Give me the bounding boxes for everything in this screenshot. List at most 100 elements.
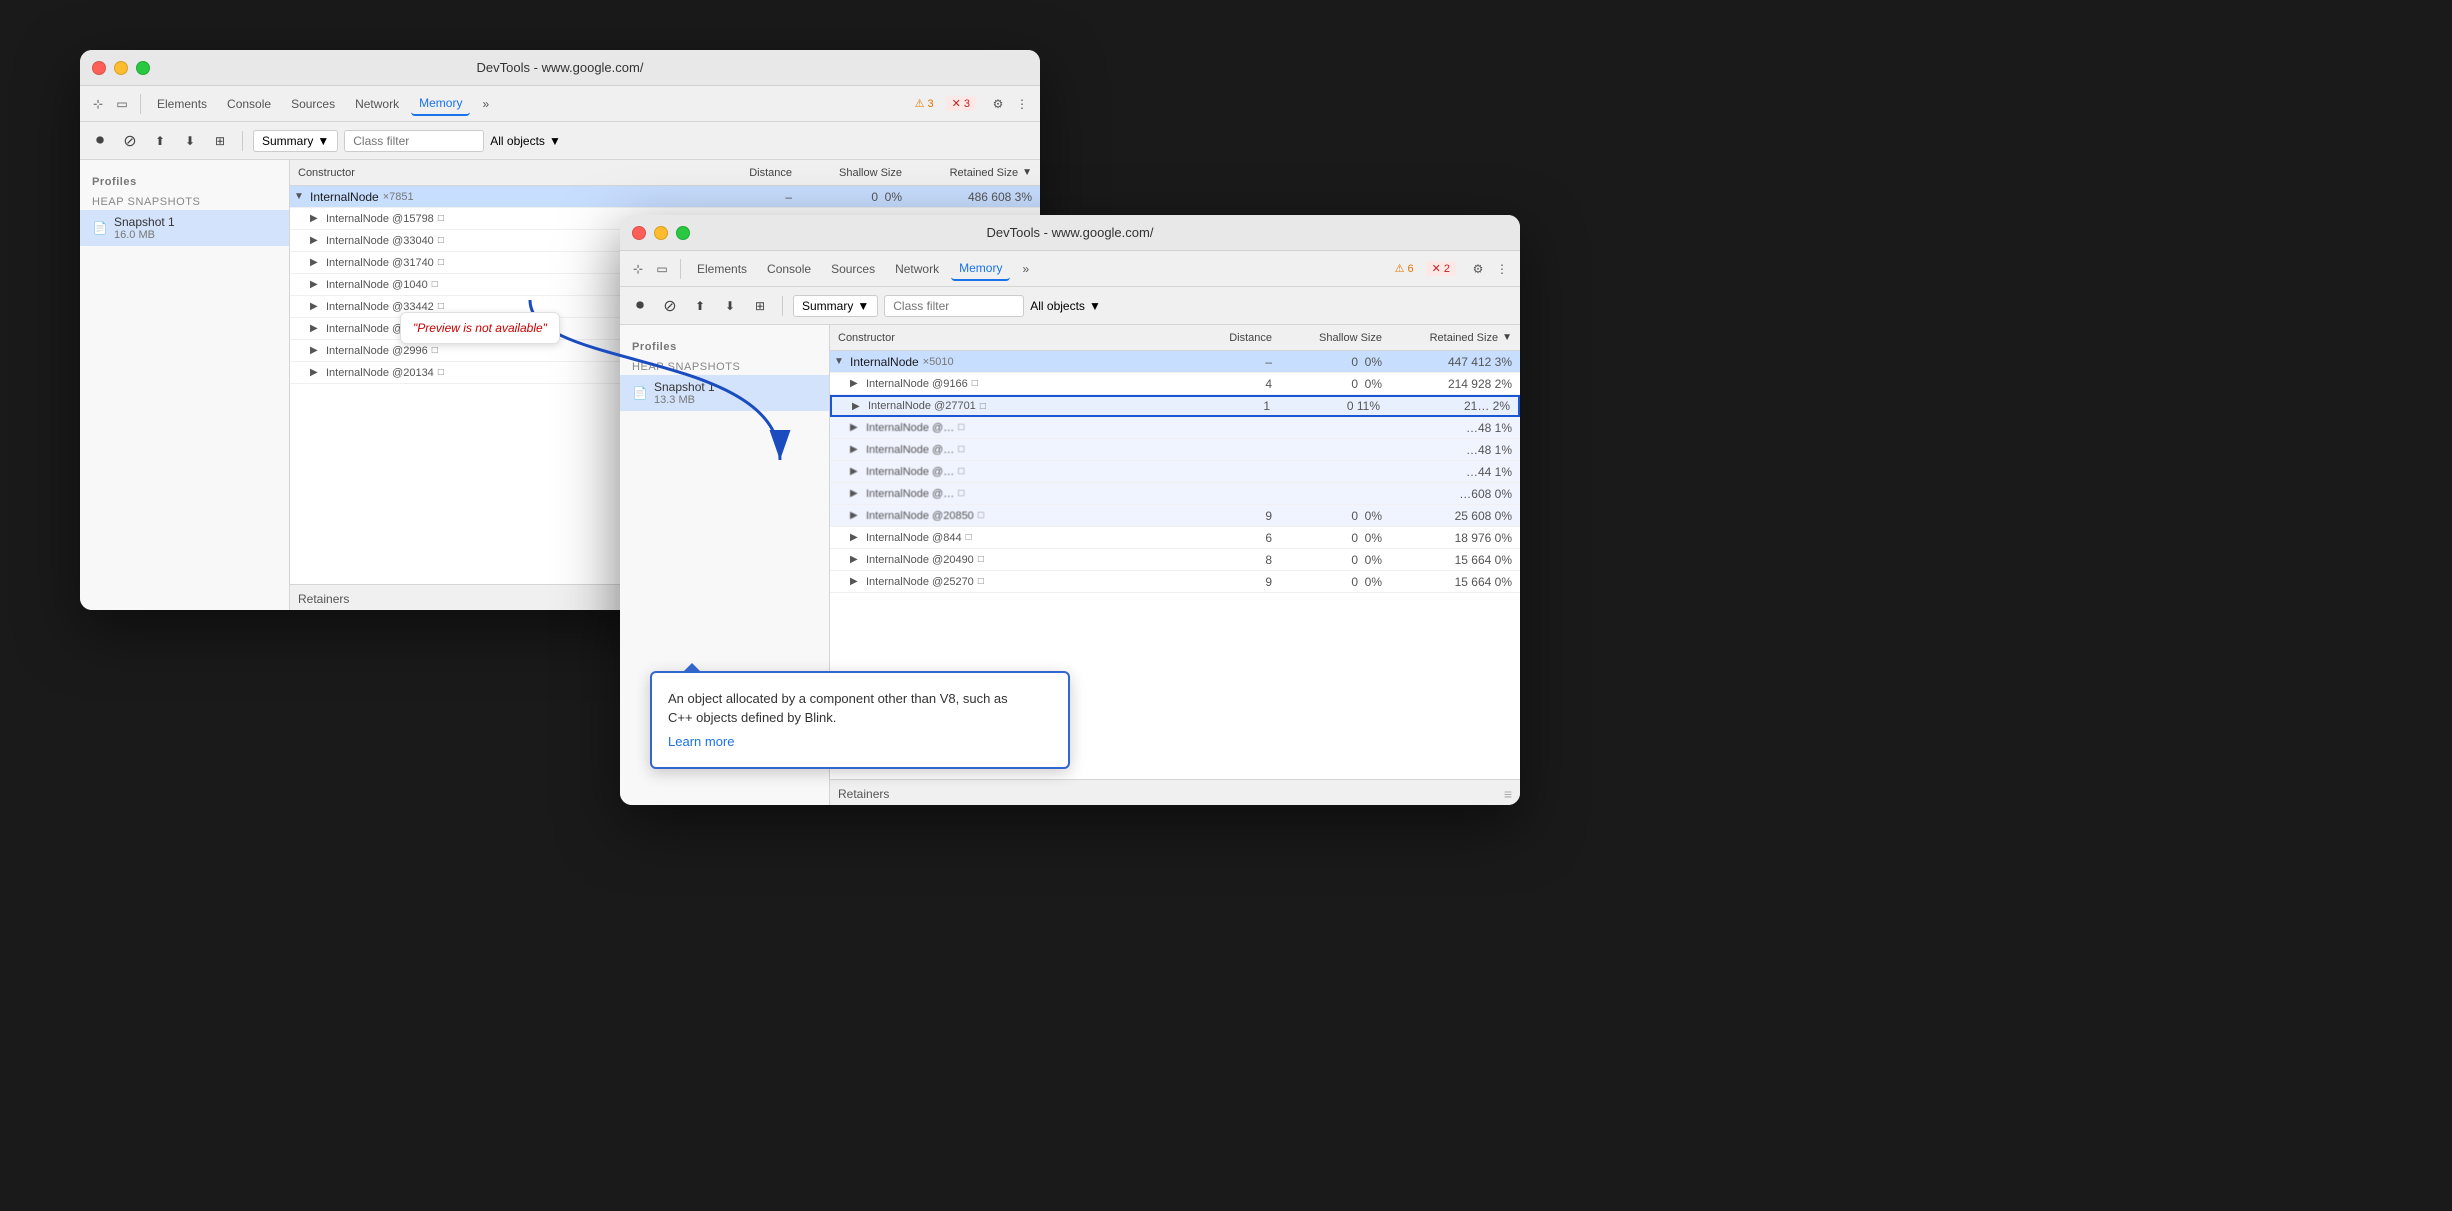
record-btn-1[interactable]: ⏺ (88, 129, 112, 153)
expand-icon[interactable]: ▶ (852, 401, 864, 412)
expand-icon[interactable]: ▶ (310, 279, 322, 290)
snapshot-doc-icon-2: 📄 (632, 385, 648, 401)
th-distance-1: Distance (720, 167, 800, 179)
download-btn-2[interactable]: ⬇ (718, 294, 742, 318)
table-row[interactable]: ▶ InternalNode @… □ …48 1% (830, 439, 1520, 461)
minimize-button-2[interactable] (654, 226, 668, 240)
tab-elements-2[interactable]: Elements (689, 258, 755, 280)
expand-icon[interactable]: ▶ (310, 367, 322, 378)
expand-icon[interactable]: ▶ (310, 301, 322, 312)
expand-icon[interactable]: ▶ (850, 532, 862, 543)
table-row[interactable]: ▶ InternalNode @… □ …48 1% (830, 417, 1520, 439)
tab-more-1[interactable]: » (474, 93, 497, 115)
snapshot-name-1: Snapshot 1 (114, 215, 175, 229)
window-2-data-panel: Constructor Distance Shallow Size Retain… (830, 325, 1520, 805)
expand-icon[interactable]: ▶ (310, 213, 322, 224)
all-objects-label-2: All objects (1030, 299, 1085, 313)
expand-icon[interactable]: ▶ (310, 235, 322, 246)
settings-icon-2[interactable]: ⚙ (1468, 259, 1488, 279)
class-filter-input-2[interactable] (884, 295, 1024, 317)
tab-memory-1[interactable]: Memory (411, 92, 470, 116)
table-row[interactable]: ▶ InternalNode @20850 □ 9 0 0% 25 608 0% (830, 505, 1520, 527)
grid-btn-1[interactable]: ⊞ (208, 129, 232, 153)
warn-badge-1: ⚠ 3 (915, 97, 934, 110)
snapshot-item-2[interactable]: 📄 Snapshot 1 13.3 MB (620, 375, 829, 411)
all-objects-dropdown-2[interactable]: All objects ▼ (1030, 299, 1101, 313)
table-row[interactable]: ▶ InternalNode @844 □ 6 0 0% 18 976 0% (830, 527, 1520, 549)
class-filter-input-1[interactable] (344, 130, 484, 152)
expand-icon[interactable]: ▶ (850, 422, 862, 433)
tab-sources-2[interactable]: Sources (823, 258, 883, 280)
snapshot-name-2: Snapshot 1 (654, 380, 715, 394)
table-row[interactable]: ▼ InternalNode ×7851 – 0 0% 486 608 3% (290, 186, 1040, 208)
th-constructor-2: Constructor (830, 332, 1200, 344)
inspector-icon-1[interactable]: ⊹ (88, 94, 108, 114)
expand-icon[interactable]: ▶ (850, 576, 862, 587)
table-row[interactable]: ▶ InternalNode @20490 □ 8 0 0% 15 664 0% (830, 549, 1520, 571)
close-button-1[interactable] (92, 61, 106, 75)
tab-console-1[interactable]: Console (219, 93, 279, 115)
inspector-icon-2[interactable]: ⊹ (628, 259, 648, 279)
upload-btn-1[interactable]: ⬆ (148, 129, 172, 153)
minimize-button-1[interactable] (114, 61, 128, 75)
device-icon-1[interactable]: ▭ (112, 94, 132, 114)
download-btn-1[interactable]: ⬇ (178, 129, 202, 153)
th-shallow-1: Shallow Size (800, 167, 910, 179)
summary-arrow-1: ▼ (317, 134, 329, 148)
record-btn-2[interactable]: ⏺ (628, 294, 652, 318)
window-1-table-header: Constructor Distance Shallow Size Retain… (290, 160, 1040, 186)
device-icon-2[interactable]: ▭ (652, 259, 672, 279)
maximize-button-2[interactable] (676, 226, 690, 240)
clear-btn-2[interactable]: ⊘ (658, 294, 682, 318)
sep-2 (680, 259, 681, 279)
tab-more-2[interactable]: » (1014, 258, 1037, 280)
profiles-title-1: Profiles (80, 172, 289, 192)
table-row[interactable]: ▶ InternalNode @25270 □ 9 0 0% 15 664 0% (830, 571, 1520, 593)
table-row[interactable]: ▶ InternalNode @… □ …608 0% (830, 483, 1520, 505)
expand-icon[interactable]: ▶ (310, 345, 322, 356)
scrollbar-handle[interactable]: ≡ (1504, 786, 1512, 802)
tooltip-text-2: C++ objects defined by Blink. (830, 708, 1052, 728)
tab-sources-1[interactable]: Sources (283, 93, 343, 115)
window-2-table-header: Constructor Distance Shallow Size Retain… (830, 325, 1520, 351)
table-row[interactable]: ▶ InternalNode @… □ …44 1% (830, 461, 1520, 483)
tab-network-1[interactable]: Network (347, 93, 407, 115)
snapshot-doc-icon-1: 📄 (92, 220, 108, 236)
more-icon-2[interactable]: ⋮ (1492, 259, 1512, 279)
th-retained-2: Retained Size ▼ (1390, 332, 1520, 344)
expand-icon[interactable]: ▼ (834, 356, 846, 367)
summary-dropdown-2[interactable]: Summary ▼ (793, 295, 878, 317)
grid-btn-2[interactable]: ⊞ (748, 294, 772, 318)
window-1-titlebar: DevTools - www.google.com/ (80, 50, 1040, 86)
tab-console-2[interactable]: Console (759, 258, 819, 280)
expand-icon[interactable]: ▶ (310, 323, 322, 334)
expand-icon[interactable]: ▶ (850, 466, 862, 477)
settings-icon-1[interactable]: ⚙ (988, 94, 1008, 114)
more-icon-1[interactable]: ⋮ (1012, 94, 1032, 114)
sort-arrow-2: ▼ (1502, 332, 1512, 343)
upload-btn-2[interactable]: ⬆ (688, 294, 712, 318)
snapshot-info-2: Snapshot 1 13.3 MB (654, 380, 715, 406)
clear-btn-1[interactable]: ⊘ (118, 129, 142, 153)
expand-icon[interactable]: ▶ (850, 444, 862, 455)
close-button-2[interactable] (632, 226, 646, 240)
tab-elements-1[interactable]: Elements (149, 93, 215, 115)
table-row[interactable]: ▶ InternalNode @27701 □ 1 0 11% 21… 2% (830, 395, 1520, 417)
table-row[interactable]: ▶ InternalNode @9166 □ 4 0 0% 214 928 2% (830, 373, 1520, 395)
snapshot-item-1[interactable]: 📄 Snapshot 1 16.0 MB (80, 210, 289, 246)
summary-dropdown-1[interactable]: Summary ▼ (253, 130, 338, 152)
expand-icon[interactable]: ▶ (850, 488, 862, 499)
snapshot-info-1: Snapshot 1 16.0 MB (114, 215, 175, 241)
learn-more-link[interactable]: Learn more (830, 732, 1052, 752)
expand-icon[interactable]: ▶ (850, 554, 862, 565)
err-icon-1: ✕ (952, 97, 961, 110)
expand-icon[interactable]: ▶ (850, 510, 862, 521)
all-objects-dropdown-1[interactable]: All objects ▼ (490, 134, 561, 148)
expand-icon[interactable]: ▼ (294, 191, 306, 202)
tab-memory-2[interactable]: Memory (951, 257, 1010, 281)
table-row[interactable]: ▼ InternalNode ×5010 – 0 0% 447 412 3% (830, 351, 1520, 373)
maximize-button-1[interactable] (136, 61, 150, 75)
tab-network-2[interactable]: Network (887, 258, 947, 280)
expand-icon[interactable]: ▶ (850, 378, 862, 389)
expand-icon[interactable]: ▶ (310, 257, 322, 268)
